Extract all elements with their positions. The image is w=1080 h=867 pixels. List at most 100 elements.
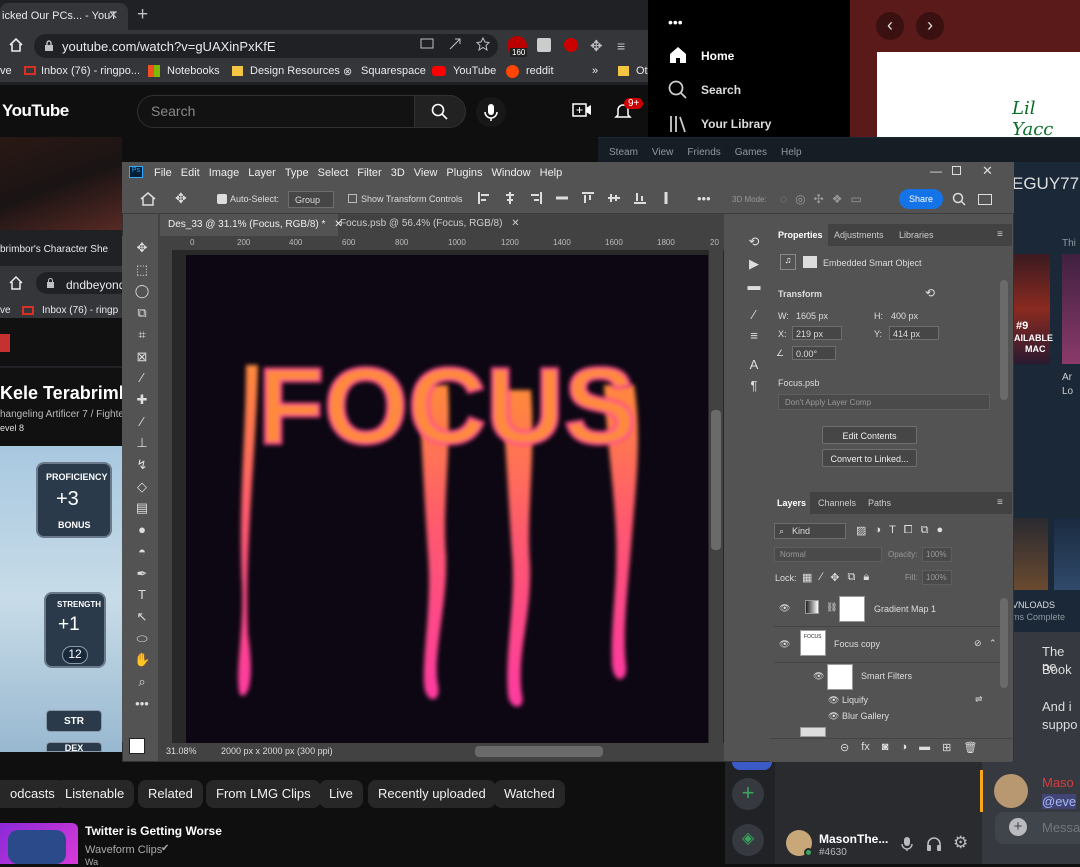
opacity-field[interactable]: 100% — [922, 547, 952, 562]
fill-field[interactable]: 100% — [922, 570, 952, 585]
steam-menu-steam[interactable]: Steam — [609, 147, 638, 158]
workspace-icon[interactable] — [978, 194, 992, 205]
game-capsule[interactable] — [1062, 254, 1080, 364]
tab-libraries[interactable]: Libraries — [899, 230, 934, 240]
menu-type[interactable]: Type — [285, 167, 309, 179]
tab-paths[interactable]: Paths — [868, 498, 891, 508]
character-icon[interactable]: A — [746, 357, 762, 372]
youtube-logo[interactable]: YouTube — [2, 101, 69, 121]
foreground-color-swatch[interactable] — [129, 738, 145, 754]
extension3-icon[interactable] — [564, 38, 578, 52]
adjustment-filter-icon[interactable]: ◑ — [874, 524, 881, 537]
properties-scrollbar[interactable] — [1000, 280, 1008, 400]
chip-live[interactable]: Live — [319, 780, 363, 808]
visibility-eye-icon[interactable]: 👁︎ — [813, 671, 824, 682]
layer-name[interactable]: Focus copy — [834, 639, 880, 649]
edit-toolbar-icon[interactable]: ••• — [134, 696, 150, 712]
chip-listenable[interactable]: Listenable — [55, 780, 135, 808]
lock-artboard-icon[interactable]: ⧉ — [847, 571, 855, 584]
filter-toggle-icon[interactable]: ● — [936, 524, 943, 537]
settings-gear-icon[interactable]: ⚙︎ — [953, 833, 968, 853]
spotify-menu-icon[interactable]: ••• — [668, 14, 683, 30]
menu-3d[interactable]: 3D — [391, 167, 405, 179]
pan-icon[interactable]: ✣ — [814, 192, 824, 206]
bookmark-notebooks[interactable]: Notebooks — [167, 65, 220, 77]
history-brush-icon[interactable]: ↯ — [134, 457, 150, 473]
video-title[interactable]: Twitter is Getting Worse — [85, 824, 222, 838]
show-transform-checkbox[interactable] — [348, 194, 357, 203]
visibility-eye-icon[interactable]: 👁︎ — [828, 711, 839, 722]
visibility-eye-icon[interactable]: 👁︎ — [828, 695, 839, 706]
bookmark-star-icon[interactable] — [476, 37, 490, 51]
extensions-puzzle-icon[interactable]: ✥ — [590, 37, 603, 55]
eraser-icon[interactable]: ◇ — [134, 479, 150, 495]
hand-tool-icon[interactable]: ✋ — [134, 652, 150, 668]
layers-scrollbar[interactable] — [1000, 598, 1008, 688]
menu-help[interactable]: Help — [540, 167, 563, 179]
pixel-filter-icon[interactable]: ▨ — [856, 524, 866, 537]
fx-icon[interactable]: fx — [861, 741, 870, 754]
str-save[interactable]: STR — [46, 710, 102, 732]
lock-transparency-icon[interactable]: ▦ — [802, 571, 812, 584]
blend-mode-select[interactable]: Normal — [774, 547, 882, 562]
scrollbar-thumb[interactable] — [711, 410, 721, 550]
game-capsule[interactable] — [1054, 518, 1080, 590]
smart-filters-label[interactable]: Smart Filters — [861, 671, 912, 681]
slide-icon[interactable]: ❖ — [832, 192, 843, 206]
filter-options-icon[interactable]: ⇌ — [975, 694, 983, 705]
edit-contents-button[interactable]: Edit Contents — [822, 426, 917, 444]
align-bottom-icon[interactable] — [634, 192, 646, 204]
menu-window[interactable]: Window — [492, 167, 531, 179]
pen-tool-icon[interactable]: ✒ — [134, 566, 150, 582]
width-field[interactable]: 1605 px — [796, 311, 828, 321]
dodge-tool-icon[interactable]: ◓ — [134, 544, 150, 560]
message-avatar[interactable] — [994, 774, 1028, 808]
type-filter-icon[interactable]: T — [889, 524, 896, 537]
menu-select[interactable]: Select — [318, 167, 349, 179]
dex-save[interactable]: DEX — [46, 742, 102, 752]
height-field[interactable]: 400 px — [891, 311, 918, 321]
delete-layer-icon[interactable]: 🗑︎ — [963, 741, 977, 754]
lock-all-icon[interactable]: 🔒︎ — [863, 571, 869, 584]
close-icon[interactable]: ✕ — [982, 163, 993, 179]
move-tool-icon[interactable]: ✥ — [134, 240, 150, 256]
install-icon[interactable] — [420, 37, 434, 51]
menu-view[interactable]: View — [414, 167, 438, 179]
message-mention[interactable]: @eve — [1042, 794, 1077, 809]
channel-name[interactable]: Waveform Clips — [85, 844, 162, 856]
chip-lmg-clips[interactable]: From LMG Clips — [206, 780, 321, 808]
brush-tool-icon[interactable]: ∕ — [134, 414, 150, 430]
attach-plus-icon[interactable]: + — [1009, 818, 1027, 836]
discord-username[interactable]: MasonThe... — [819, 832, 888, 846]
tab-properties[interactable]: Properties — [770, 224, 828, 246]
steam-username[interactable]: EGUY77 — [1012, 174, 1079, 194]
steam-menu-view[interactable]: View — [652, 147, 674, 158]
distribute-icon[interactable] — [556, 192, 568, 204]
panel-menu-icon[interactable]: ≡ — [997, 497, 1003, 508]
steam-menu-help[interactable]: Help — [781, 147, 802, 158]
path-select-icon[interactable]: ↖ — [134, 609, 150, 625]
dnd-url[interactable]: dndbeyond — [66, 278, 125, 292]
collapse-icon[interactable]: ⌃ — [989, 638, 997, 649]
align-top-icon[interactable] — [582, 192, 594, 204]
filter-name[interactable]: Blur Gallery — [842, 711, 889, 721]
message-author[interactable]: Maso — [1042, 775, 1074, 790]
zoom-tool-icon[interactable]: ⌕ — [134, 674, 150, 690]
x-field[interactable]: 219 px — [792, 326, 842, 340]
menu-plugins[interactable]: Plugins — [446, 167, 482, 179]
server-icon[interactable] — [732, 762, 772, 770]
new-layer-icon[interactable]: ⊞ — [942, 741, 951, 754]
add-server-icon[interactable]: + — [732, 778, 764, 810]
angle-field[interactable]: 0.00° — [792, 346, 836, 360]
downloads-label[interactable]: VNLOADS — [1012, 600, 1055, 610]
frame-tool-icon[interactable]: ⊠ — [134, 349, 150, 365]
lasso-tool-icon[interactable]: ◯ — [134, 283, 150, 299]
layer-name[interactable]: Gradient Map 1 — [874, 604, 936, 614]
voice-search-button[interactable] — [476, 97, 506, 127]
share-button[interactable]: Share — [899, 189, 943, 209]
home-icon[interactable] — [9, 276, 23, 290]
adjust-icon[interactable]: ≡ — [746, 328, 762, 343]
clone-stamp-icon[interactable]: ⊥ — [134, 435, 150, 451]
spotify-home[interactable]: Home — [701, 49, 734, 63]
move-tool-icon[interactable]: ✥ — [175, 190, 187, 207]
